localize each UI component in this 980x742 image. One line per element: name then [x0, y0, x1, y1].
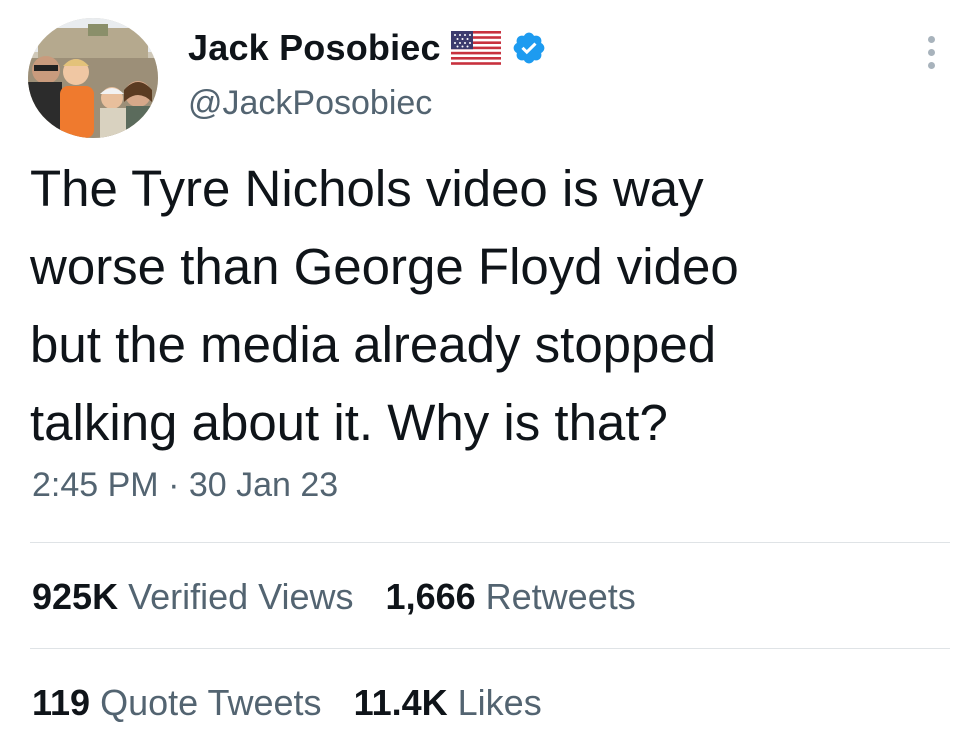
more-options-icon-dot — [927, 35, 935, 43]
divider — [30, 648, 950, 649]
retweets-stat[interactable]: 1,666 Retweets — [386, 576, 636, 618]
us-flag-icon — [450, 31, 501, 65]
tweet-card: Jack Posobiec @JackPosobiec The Tyre Nic… — [0, 0, 980, 742]
retweets-label: Retweets — [485, 576, 636, 617]
avatar-photo — [28, 18, 158, 138]
verified-badge-icon — [511, 30, 547, 66]
tweet-text: The Tyre Nichols video is way worse than… — [30, 150, 950, 462]
quote-tweets-label: Quote Tweets — [100, 682, 322, 723]
name-row: Jack Posobiec — [188, 26, 547, 70]
quote-tweets-stat[interactable]: 119 Quote Tweets — [32, 682, 322, 724]
tweet-date: 30 Jan 23 — [188, 466, 339, 504]
views-stat[interactable]: 925K Verified Views — [32, 576, 354, 618]
likes-count: 11.4K — [353, 682, 448, 723]
tweet-text-line: worse than George Floyd video — [30, 238, 739, 295]
more-options-button[interactable] — [918, 30, 944, 74]
user-handle[interactable]: @JackPosobiec — [188, 84, 432, 123]
tweet-text-line: but the media already stopped — [30, 316, 717, 373]
timestamp[interactable]: 2:45 PM · 30 Jan 23 — [32, 466, 338, 505]
likes-label: Likes — [457, 682, 542, 723]
retweets-count: 1,666 — [385, 576, 476, 617]
tweet-text-line: The Tyre Nichols video is way — [30, 160, 704, 217]
tweet-text-line: talking about it. Why is that? — [30, 394, 668, 451]
tweet-time: 2:45 PM — [32, 466, 159, 504]
more-options-icon-dot — [927, 48, 935, 56]
views-label: Verified Views — [128, 576, 354, 617]
avatar[interactable] — [28, 18, 158, 138]
display-name[interactable]: Jack Posobiec — [188, 27, 441, 69]
timestamp-separator: · — [168, 466, 180, 504]
views-count: 925K — [32, 576, 119, 617]
divider — [30, 542, 950, 543]
more-options-icon-dot — [927, 61, 935, 69]
likes-stat[interactable]: 11.4K Likes — [354, 682, 542, 724]
quote-tweets-count: 119 — [32, 682, 91, 723]
stats-row-views-retweets: 925K Verified Views 1,666 Retweets — [32, 576, 636, 618]
stats-row-quotes-likes: 119 Quote Tweets 11.4K Likes — [32, 682, 542, 724]
